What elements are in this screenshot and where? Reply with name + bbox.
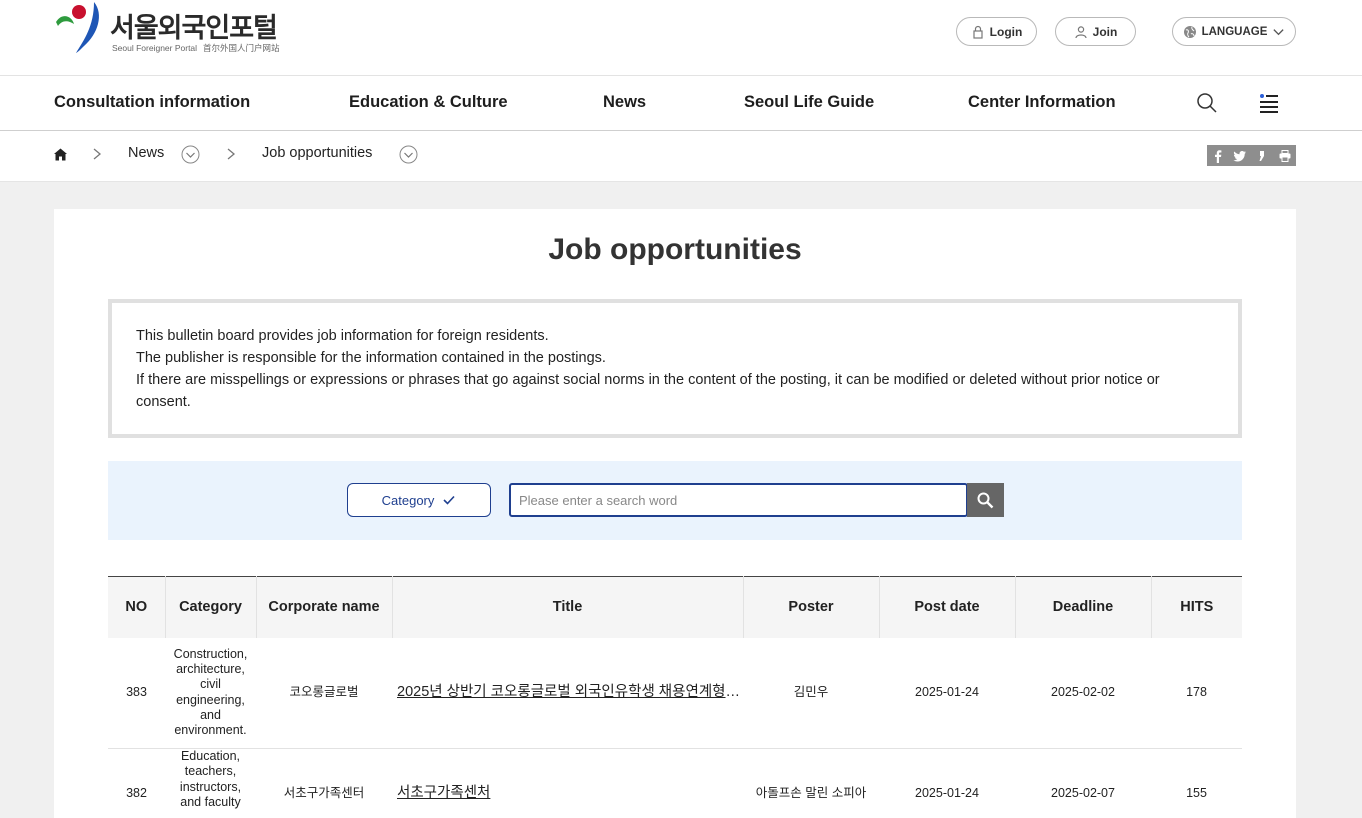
search-submit-button[interactable] [967, 483, 1004, 517]
cell-post-date: 2025-01-24 [879, 637, 1015, 749]
logo-subtitle: Seoul Foreigner Portal 首尔外国人门户网站 [112, 42, 280, 54]
cell-corporate: 코오롱글로벌 [256, 637, 392, 749]
facebook-icon [1215, 149, 1222, 163]
twitter-share-button[interactable] [1229, 145, 1251, 166]
facebook-share-button[interactable] [1207, 145, 1229, 166]
checkmark-icon [443, 495, 455, 505]
language-selector[interactable]: LANGUAGE [1172, 17, 1296, 46]
kakao-share-button[interactable] [1251, 145, 1273, 166]
header-deadline: Deadline [1015, 576, 1152, 638]
cell-hits: 155 [1151, 748, 1242, 818]
cell-deadline: 2025-02-02 [1015, 637, 1151, 749]
cell-hits: 178 [1151, 637, 1242, 749]
cell-title: 2025년 상반기 코오롱글로벌 외국인유학생 채용연계형 인턴 [392, 637, 743, 749]
site-logo[interactable]: 서울외국인포털 Seoul Foreigner Portal 首尔外国人门户网站 [54, 0, 284, 56]
header-post-date: Post date [879, 576, 1016, 638]
logo-subtitle-cn: 首尔外国人门户网站 [203, 43, 280, 53]
menu-icon[interactable] [1258, 92, 1280, 114]
globe-icon [1183, 25, 1196, 38]
join-button[interactable]: Join [1055, 17, 1136, 46]
search-input[interactable] [509, 483, 968, 517]
cell-poster: 아돌프손 말린 소피아 [743, 748, 879, 818]
print-button[interactable] [1273, 145, 1296, 166]
top-header: 서울외국인포털 Seoul Foreigner Portal 首尔外国人门户网站 … [0, 0, 1362, 76]
post-title-link[interactable]: 서초구가족센처 [397, 785, 490, 801]
header-corporate-name: Corporate name [256, 576, 393, 638]
header-poster: Poster [743, 576, 880, 638]
logo-mark-icon [56, 2, 99, 53]
quote-icon [1259, 150, 1264, 161]
main-content: Job opportunities This bulletin board pr… [54, 209, 1296, 818]
notice-line-2: The publisher is responsible for the inf… [136, 350, 606, 366]
category-dropdown-label: Category [381, 492, 435, 508]
breadcrumb-job-opportunities[interactable]: Job opportunities [262, 145, 372, 161]
search-icon[interactable] [1196, 92, 1218, 114]
chevron-down-icon [1273, 29, 1285, 36]
logo-subtitle-en: Seoul Foreigner Portal [112, 43, 198, 53]
header-no: NO [108, 576, 166, 638]
header-hits: HITS [1151, 576, 1242, 638]
chevron-down-circle-icon[interactable] [399, 145, 418, 164]
header-category: Category [165, 576, 257, 638]
login-label: Login [989, 24, 1023, 39]
breadcrumb-news[interactable]: News [128, 145, 164, 161]
cell-no: 382 [108, 748, 165, 818]
cell-no: 383 [108, 637, 165, 749]
nav-seoul-life-guide[interactable]: Seoul Life Guide [744, 93, 874, 112]
chevron-right-icon [93, 148, 102, 160]
page-title: Job opportunities [548, 233, 802, 266]
header-title: Title [392, 576, 744, 638]
nav-education-culture[interactable]: Education & Culture [349, 93, 508, 112]
notice-line-3: If there are misspellings or expressions… [136, 372, 1160, 410]
breadcrumb: News Job opportunities [0, 131, 1362, 182]
cell-category: Construction, architecture, civil engine… [165, 637, 256, 749]
cell-deadline: 2025-02-07 [1015, 748, 1151, 818]
join-label: Join [1092, 24, 1118, 39]
table-header-row: NO Category Corporate name Title Poster … [108, 576, 1242, 638]
login-button[interactable]: Login [956, 17, 1037, 46]
cell-title: 서초구가족센처 [392, 748, 743, 818]
twitter-icon [1233, 150, 1246, 161]
table-row[interactable]: 383 Construction, architecture, civil en… [108, 637, 1242, 749]
nav-news[interactable]: News [603, 93, 646, 112]
logo-title: 서울외국인포털 [110, 13, 278, 44]
cell-poster: 김민우 [743, 637, 879, 749]
user-icon [1075, 25, 1087, 38]
nav-consultation-information[interactable]: Consultation information [54, 93, 250, 112]
job-board-table: NO Category Corporate name Title Poster … [108, 576, 1242, 818]
search-icon [977, 492, 994, 508]
cell-post-date: 2025-01-24 [879, 748, 1015, 818]
language-label: LANGUAGE [1201, 25, 1268, 38]
category-dropdown[interactable]: Category [347, 483, 491, 517]
notice-box: This bulletin board provides job informa… [108, 299, 1242, 438]
cell-category: Education, teachers, instructors, and fa… [165, 748, 256, 818]
home-icon[interactable] [53, 147, 68, 162]
main-navigation: Consultation information Education & Cul… [0, 76, 1362, 131]
cell-corporate: 서초구가족센터 [256, 748, 392, 818]
table-row[interactable]: 382 Education, teachers, instructors, an… [108, 748, 1242, 818]
post-title-link[interactable]: 2025년 상반기 코오롱글로벌 외국인유학생 채용연계형 인턴 [397, 684, 743, 700]
print-icon [1279, 149, 1290, 162]
search-panel: Category [108, 461, 1242, 540]
chevron-right-icon [227, 148, 236, 160]
lock-icon [973, 25, 983, 39]
chevron-down-circle-icon[interactable] [181, 145, 200, 164]
nav-center-information[interactable]: Center Information [968, 93, 1116, 112]
notice-line-1: This bulletin board provides job informa… [136, 328, 549, 344]
